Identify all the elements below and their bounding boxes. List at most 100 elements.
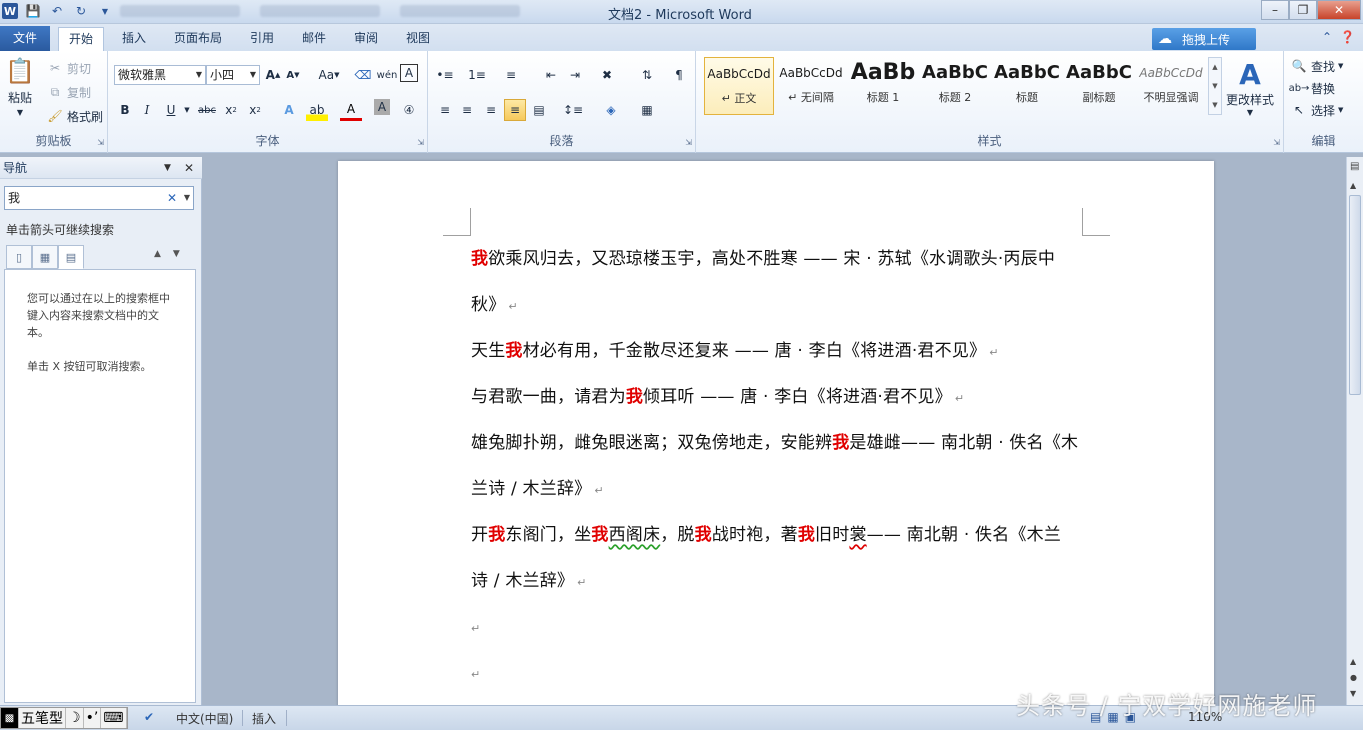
tab-references[interactable]: 引用 — [240, 27, 284, 51]
punctuation-icon[interactable]: •’ — [84, 708, 102, 728]
clear-formatting-icon[interactable]: ⌫ — [352, 64, 374, 86]
customize-qat-icon[interactable]: ▼ — [96, 2, 114, 20]
browse-pages-tab[interactable]: ▦ — [32, 245, 58, 269]
scroll-up-icon[interactable]: ▲ — [1350, 181, 1356, 190]
language-indicator[interactable]: 中文(中国) — [176, 710, 233, 727]
paste-dropdown-icon[interactable]: ▼ — [17, 108, 23, 117]
next-page-icon[interactable]: ▼ — [1350, 689, 1356, 698]
undo-icon[interactable]: ↶ — [48, 2, 66, 20]
style-heading-1[interactable]: AaBb 标题 1 — [848, 57, 918, 115]
chevron-down-icon[interactable]: ▼ — [1212, 82, 1217, 90]
proofing-icon[interactable]: ✔ — [144, 710, 154, 724]
format-painter-button[interactable]: 🖌 格式刷 — [46, 107, 103, 125]
enclose-characters-icon[interactable]: ④ — [398, 99, 420, 121]
nav-close-icon[interactable]: ✕ — [184, 157, 194, 179]
text-effects-icon[interactable]: A — [278, 99, 300, 121]
next-result-icon[interactable]: ▼ — [173, 249, 180, 259]
subscript-button[interactable]: x2 — [220, 99, 242, 121]
find-button[interactable]: 🔍 查找 ▼ — [1290, 57, 1344, 75]
font-launcher-icon[interactable]: ⇲ — [417, 138, 424, 147]
half-width-icon[interactable]: ☽ — [66, 708, 84, 728]
tab-home[interactable]: 开始 — [58, 27, 105, 51]
style-subtitle[interactable]: AaBbC 副标题 — [1064, 57, 1134, 115]
vertical-scrollbar[interactable]: ▤ ▲ ▲ ● ▼ — [1346, 157, 1363, 705]
copy-button[interactable]: ⧉ 复制 — [46, 83, 91, 101]
nav-options-icon[interactable]: ▼ — [164, 157, 171, 179]
font-color-icon[interactable]: A — [340, 99, 362, 121]
tab-insert[interactable]: 插入 — [112, 27, 156, 51]
gallery-more-icon[interactable]: ▼ — [1212, 101, 1217, 109]
redo-icon[interactable]: ↻ — [72, 2, 90, 20]
cut-button[interactable]: ✂ 剪切 — [46, 59, 91, 77]
ime-toolbar[interactable]: ▩ 五笔型 ☽ •’ ⌨ — [0, 707, 128, 729]
show-marks-icon[interactable]: ¶ — [668, 64, 690, 86]
style-subtle-emphasis[interactable]: AaBbCcDd 不明显强调 — [1136, 57, 1206, 115]
tab-view[interactable]: 视图 — [396, 27, 440, 51]
font-size-combo[interactable]: 小四 ▼ — [206, 65, 260, 85]
word-app-icon[interactable]: W — [2, 3, 18, 19]
previous-result-icon[interactable]: ▲ — [154, 249, 161, 259]
numbering-icon[interactable]: 1≡ — [466, 64, 488, 86]
clipboard-launcher-icon[interactable]: ⇲ — [97, 138, 104, 147]
shading-icon[interactable]: ◈ — [600, 99, 622, 121]
change-styles-button[interactable]: A 更改样式 ▼ — [1226, 57, 1274, 118]
borders-icon[interactable]: ▦ — [636, 99, 658, 121]
clear-search-icon[interactable]: ✕ — [167, 187, 177, 209]
superscript-button[interactable]: x2 — [244, 99, 266, 121]
phonetic-guide-icon[interactable]: wén — [376, 64, 398, 86]
decrease-indent-icon[interactable]: ⇤ — [540, 64, 562, 86]
shrink-font-button[interactable]: A ▼ — [282, 64, 304, 86]
help-icon[interactable]: ❓ — [1340, 30, 1355, 44]
maximize-button[interactable]: ❐ — [1289, 0, 1317, 20]
scroll-thumb[interactable] — [1349, 195, 1361, 395]
sort-icon[interactable]: ⇅ — [636, 64, 658, 86]
browse-results-tab[interactable]: ▤ — [58, 245, 84, 269]
strikethrough-button[interactable]: abc — [196, 99, 218, 121]
line-spacing-icon[interactable]: ↕≡ — [562, 99, 584, 121]
highlight-icon[interactable]: ab — [306, 99, 328, 121]
italic-button[interactable]: I — [136, 99, 158, 121]
change-case-button[interactable]: Aa ▼ — [314, 64, 344, 86]
browse-object-icon[interactable]: ● — [1350, 673, 1357, 682]
nav-search-input[interactable]: 我 ✕ ▼ — [4, 186, 194, 210]
increase-indent-icon[interactable]: ⇥ — [564, 64, 586, 86]
bold-button[interactable]: B — [114, 99, 136, 121]
multilevel-list-icon[interactable]: ≡ — [500, 64, 522, 86]
minimize-button[interactable]: – — [1261, 0, 1289, 20]
browse-headings-tab[interactable]: ▯ — [6, 245, 32, 269]
tab-file[interactable]: 文件 — [0, 26, 50, 51]
select-button[interactable]: ↖ 选择 ▼ — [1290, 101, 1343, 119]
styles-launcher-icon[interactable]: ⇲ — [1273, 138, 1280, 147]
close-button[interactable]: ✕ — [1317, 0, 1361, 20]
justify-icon[interactable]: ≡ — [504, 99, 526, 121]
align-right-icon[interactable]: ≡ — [480, 99, 502, 121]
distributed-icon[interactable]: ▤ — [528, 99, 550, 121]
bullets-icon[interactable]: •≡ — [434, 64, 456, 86]
chevron-up-icon[interactable]: ▲ — [1212, 63, 1217, 71]
paragraph-launcher-icon[interactable]: ⇲ — [685, 138, 692, 147]
character-border-icon[interactable]: A — [400, 64, 418, 82]
minimize-ribbon-icon[interactable]: ⌃ — [1322, 30, 1332, 44]
underline-dropdown-icon[interactable]: ▼ — [176, 99, 198, 121]
previous-page-icon[interactable]: ▲ — [1350, 657, 1356, 666]
style-title[interactable]: AaBbC 标题 — [992, 57, 1062, 115]
align-center-icon[interactable]: ≡ — [456, 99, 478, 121]
soft-keyboard-icon[interactable]: ⌨ — [101, 708, 127, 728]
search-options-icon[interactable]: ▼ — [184, 187, 190, 209]
style-no-spacing[interactable]: AaBbCcDd ↵ 无间隔 — [776, 57, 846, 115]
save-icon[interactable]: 💾 — [24, 2, 42, 20]
replace-button[interactable]: ab→ 替换 — [1289, 79, 1335, 97]
ruler-toggle-icon[interactable]: ▤ — [1350, 161, 1359, 172]
align-left-icon[interactable]: ≡ — [434, 99, 456, 121]
style-normal[interactable]: AaBbCcDd ↵ 正文 — [704, 57, 774, 115]
character-shading-icon[interactable]: A — [374, 99, 390, 115]
upload-button[interactable]: ☁ 拖拽上传 — [1152, 28, 1256, 50]
tab-mailings[interactable]: 邮件 — [292, 27, 336, 51]
font-name-combo[interactable]: 微软雅黑 ▼ — [114, 65, 206, 85]
paste-button[interactable]: 📋 粘贴 ▼ — [5, 55, 35, 117]
styles-gallery-scroll[interactable]: ▲ ▼ ▼ — [1208, 57, 1222, 115]
grow-font-button[interactable]: A ▲ — [262, 64, 284, 86]
ime-name[interactable]: 五笔型 — [19, 708, 66, 728]
spelling-flagged-text[interactable]: 裳 — [849, 525, 866, 545]
grammar-flagged-text[interactable]: 西阁床 — [609, 525, 661, 545]
